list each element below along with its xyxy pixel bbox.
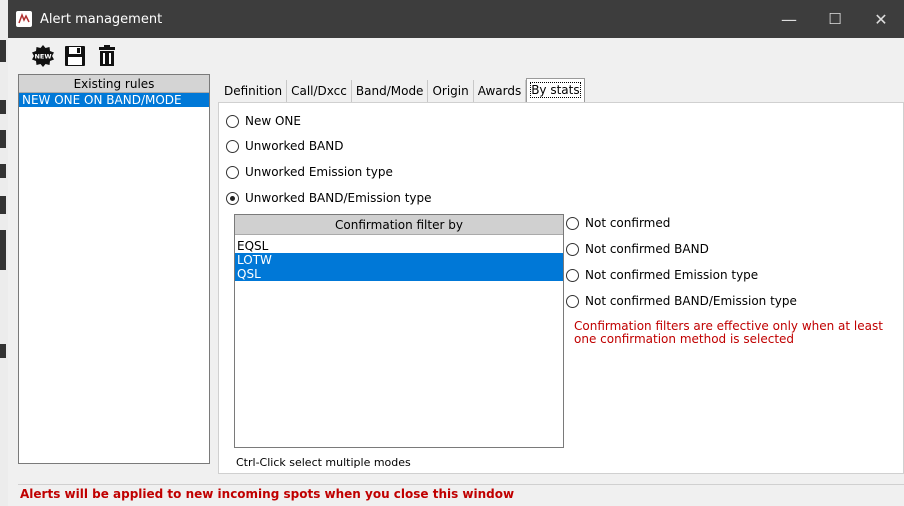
- radio-unworked-band-emission-type[interactable]: Unworked BAND/Emission type: [226, 189, 432, 207]
- background-mark: [0, 344, 6, 358]
- confirmation-item-qsl[interactable]: QSL: [235, 267, 563, 281]
- trash-icon: [99, 45, 115, 66]
- save-rule-button[interactable]: [62, 44, 88, 68]
- new-rule-button[interactable]: NEW: [30, 44, 56, 68]
- confirmation-warning-text: Confirmation filters are effective only …: [574, 319, 883, 346]
- existing-rules-panel: Existing rules NEW ONE ON BAND/MODE: [18, 74, 210, 464]
- title-bar[interactable]: Alert management — ☐ ✕: [8, 0, 904, 38]
- tab-by-stats[interactable]: By stats: [526, 78, 585, 102]
- background-mark: [0, 100, 6, 114]
- status-bar: Alerts will be applied to new incoming s…: [18, 484, 904, 506]
- existing-rules-header: Existing rules: [19, 75, 209, 93]
- tab-bar: Definition Call/Dxcc Band/Mode Origin Aw…: [220, 78, 585, 102]
- radio-not-confirmed-emission-type[interactable]: Not confirmed Emission type: [566, 266, 758, 284]
- tab-call-dxcc[interactable]: Call/Dxcc: [287, 80, 352, 102]
- radio-circle-selected: [226, 191, 239, 205]
- radio-label: Not confirmed: [585, 216, 671, 230]
- radio-circle: [566, 216, 579, 230]
- save-icon: [65, 46, 85, 66]
- radio-circle: [566, 268, 579, 282]
- status-message: Alerts will be applied to new incoming s…: [20, 487, 515, 501]
- tab-awards[interactable]: Awards: [473, 80, 527, 102]
- new-icon: NEW: [32, 45, 54, 67]
- new-badge-text: NEW: [34, 53, 51, 61]
- tab-definition[interactable]: Definition: [220, 80, 288, 102]
- multi-select-hint: Ctrl-Click select multiple modes: [236, 456, 411, 469]
- close-button[interactable]: ✕: [858, 0, 904, 38]
- background-mark: [0, 164, 6, 178]
- background-mark: [0, 130, 6, 148]
- radio-label: Not confirmed Emission type: [585, 268, 759, 282]
- radio-label: Unworked BAND: [245, 139, 344, 153]
- radio-label: Not confirmed BAND: [585, 242, 709, 256]
- radio-unworked-emission-type[interactable]: Unworked Emission type: [226, 163, 393, 181]
- minimize-button[interactable]: —: [766, 0, 812, 38]
- radio-label: Unworked BAND/Emission type: [245, 191, 432, 205]
- radio-unworked-band[interactable]: Unworked BAND: [226, 137, 343, 155]
- radio-label: Not confirmed BAND/Emission type: [585, 294, 797, 308]
- confirmation-filter-list: Confirmation filter by EQSL LOTW QSL: [234, 214, 564, 448]
- maximize-button[interactable]: ☐: [812, 0, 858, 38]
- background-mark: [0, 230, 6, 270]
- window-title: Alert management: [40, 11, 163, 27]
- tab-by-stats-label: By stats: [530, 82, 581, 98]
- delete-rule-button[interactable]: [94, 44, 120, 68]
- radio-circle: [226, 139, 239, 153]
- alert-management-window: Alert management — ☐ ✕ NEW Existing rule…: [8, 0, 904, 506]
- radio-label: New ONE: [245, 114, 301, 128]
- toolbar: NEW: [8, 38, 904, 70]
- radio-circle: [566, 242, 579, 256]
- confirmation-filter-header: Confirmation filter by: [235, 215, 563, 235]
- background-mark: [0, 196, 6, 214]
- app-icon: [16, 11, 32, 27]
- radio-not-confirmed-band-emission-type[interactable]: Not confirmed BAND/Emission type: [566, 292, 797, 310]
- rule-list-item[interactable]: NEW ONE ON BAND/MODE: [19, 93, 209, 107]
- radio-circle: [226, 165, 239, 179]
- confirmation-item-eqsl[interactable]: EQSL: [235, 239, 563, 253]
- radio-circle: [566, 294, 579, 308]
- confirmation-item-lotw[interactable]: LOTW: [235, 253, 563, 267]
- tab-band-mode[interactable]: Band/Mode: [351, 80, 429, 102]
- radio-circle: [226, 114, 239, 128]
- radio-not-confirmed[interactable]: Not confirmed: [566, 214, 670, 232]
- radio-new-one[interactable]: New ONE: [226, 112, 301, 130]
- radio-label: Unworked Emission type: [245, 165, 393, 179]
- background-mark: [0, 40, 6, 62]
- radio-not-confirmed-band[interactable]: Not confirmed BAND: [566, 240, 709, 258]
- tab-origin[interactable]: Origin: [428, 80, 474, 102]
